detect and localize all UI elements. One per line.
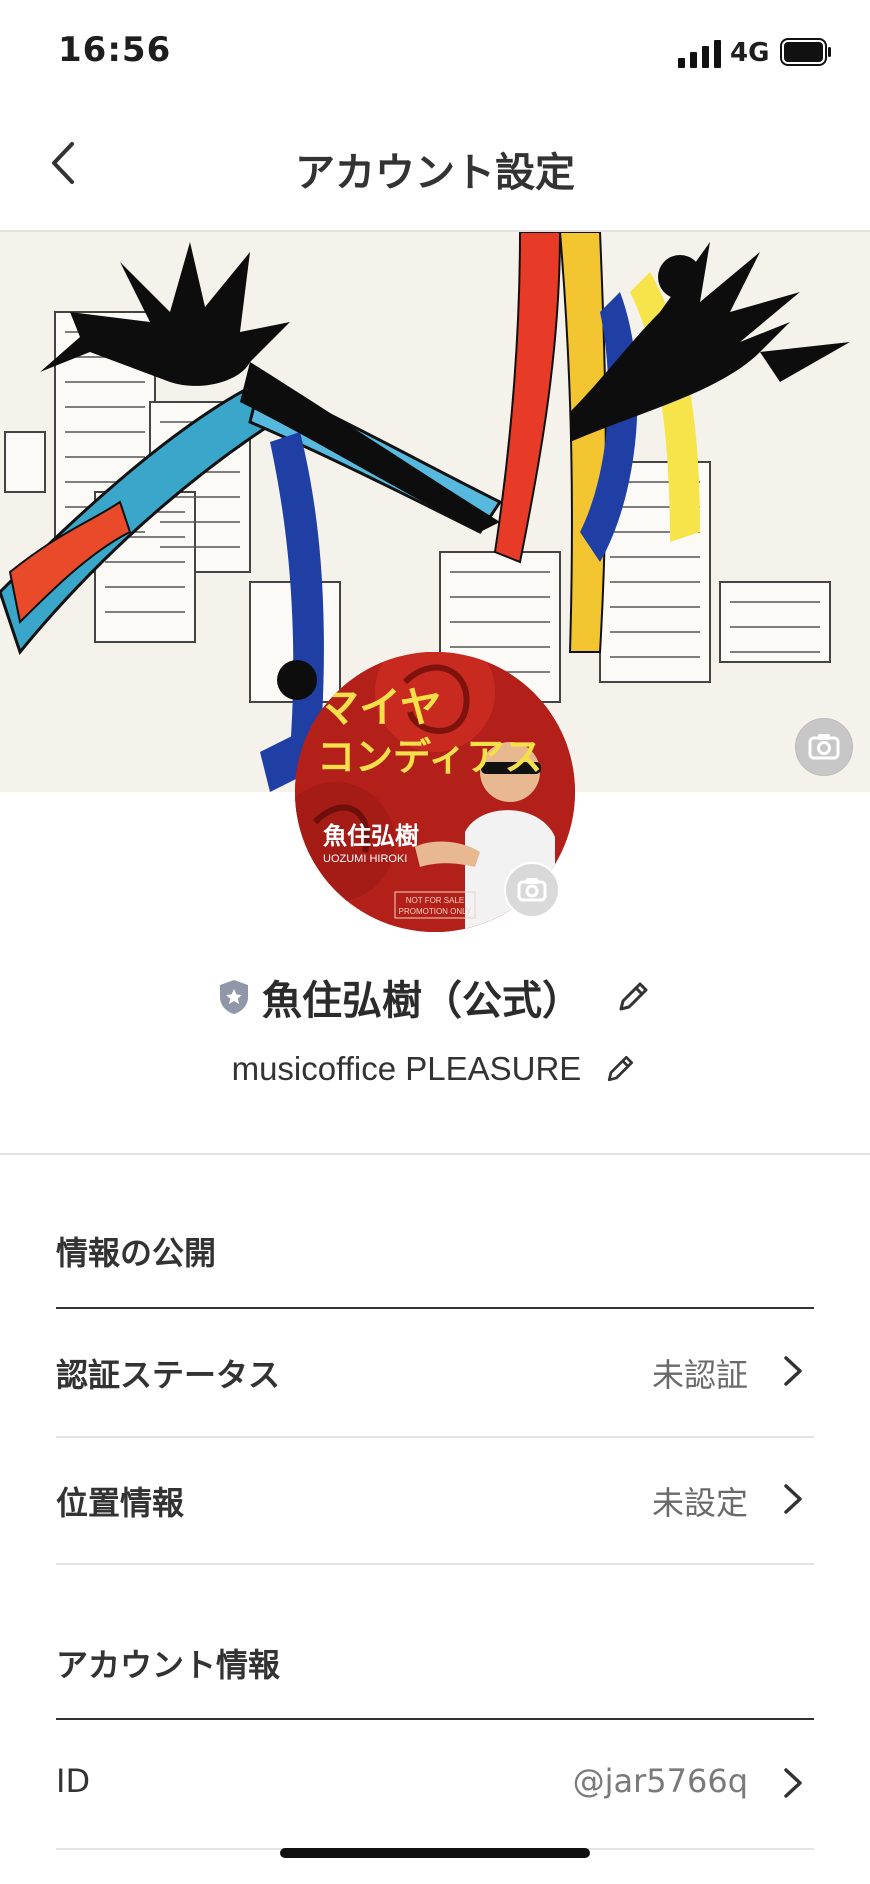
status-time: 16:56 bbox=[58, 30, 172, 70]
section-heading-account-info: アカウント情報 bbox=[56, 1646, 281, 1684]
edit-subtitle-button[interactable] bbox=[602, 1051, 638, 1087]
avatar-camera-button[interactable] bbox=[504, 862, 560, 918]
row-location[interactable]: 位置情報 未設定 bbox=[56, 1438, 814, 1558]
cover-camera-button[interactable] bbox=[795, 718, 853, 776]
section-heading-public-info: 情報の公開 bbox=[56, 1234, 217, 1272]
home-indicator[interactable] bbox=[280, 1848, 590, 1858]
section-underline bbox=[56, 1718, 814, 1720]
section-underline bbox=[56, 1307, 814, 1309]
avatar-promo-line1: NOT FOR SALE bbox=[406, 896, 465, 905]
avatar-title-line2: コンディアス bbox=[317, 735, 542, 779]
row-divider bbox=[56, 1563, 814, 1565]
page-title: アカウント設定 bbox=[295, 150, 575, 196]
status-bar: 16:56 4G bbox=[0, 0, 870, 100]
profile-name-row: 魚住弘樹（公式） bbox=[0, 968, 870, 1028]
profile-name: 魚住弘樹（公式） bbox=[262, 978, 582, 1024]
chevron-right-icon bbox=[784, 1356, 802, 1386]
camera-icon bbox=[517, 878, 547, 902]
avatar-promo-line2: PROMOTION ONLY bbox=[399, 907, 472, 916]
avatar-artist-romaji: UOZUMI HIROKI bbox=[323, 853, 407, 865]
battery-icon bbox=[780, 38, 831, 66]
nav-bar: アカウント設定 bbox=[0, 100, 870, 232]
signal-icon bbox=[678, 40, 721, 68]
row-label: 認証ステータス bbox=[56, 1356, 281, 1394]
edit-name-button[interactable] bbox=[613, 977, 653, 1017]
profile-subtitle-row: musicoffice PLEASURE bbox=[0, 1050, 870, 1100]
profile-subtitle: musicoffice PLEASURE bbox=[231, 1050, 582, 1087]
row-label: ID bbox=[56, 1762, 91, 1800]
row-label: 位置情報 bbox=[56, 1484, 185, 1522]
chevron-right-icon bbox=[784, 1768, 802, 1798]
camera-icon bbox=[808, 734, 840, 760]
shield-badge-icon bbox=[219, 980, 248, 1014]
row-value: 未設定 bbox=[651, 1484, 748, 1522]
row-value: @jar5766q bbox=[572, 1762, 748, 1800]
row-verification-status[interactable]: 認証ステータス 未認証 bbox=[56, 1310, 814, 1430]
avatar-artist: 魚住弘樹 bbox=[323, 822, 419, 850]
row-value: 未認証 bbox=[651, 1356, 748, 1394]
section-divider bbox=[0, 1153, 870, 1155]
row-id[interactable]: ID @jar5766q bbox=[56, 1722, 814, 1842]
network-type: 4G bbox=[730, 38, 770, 68]
chevron-right-icon bbox=[784, 1484, 802, 1514]
